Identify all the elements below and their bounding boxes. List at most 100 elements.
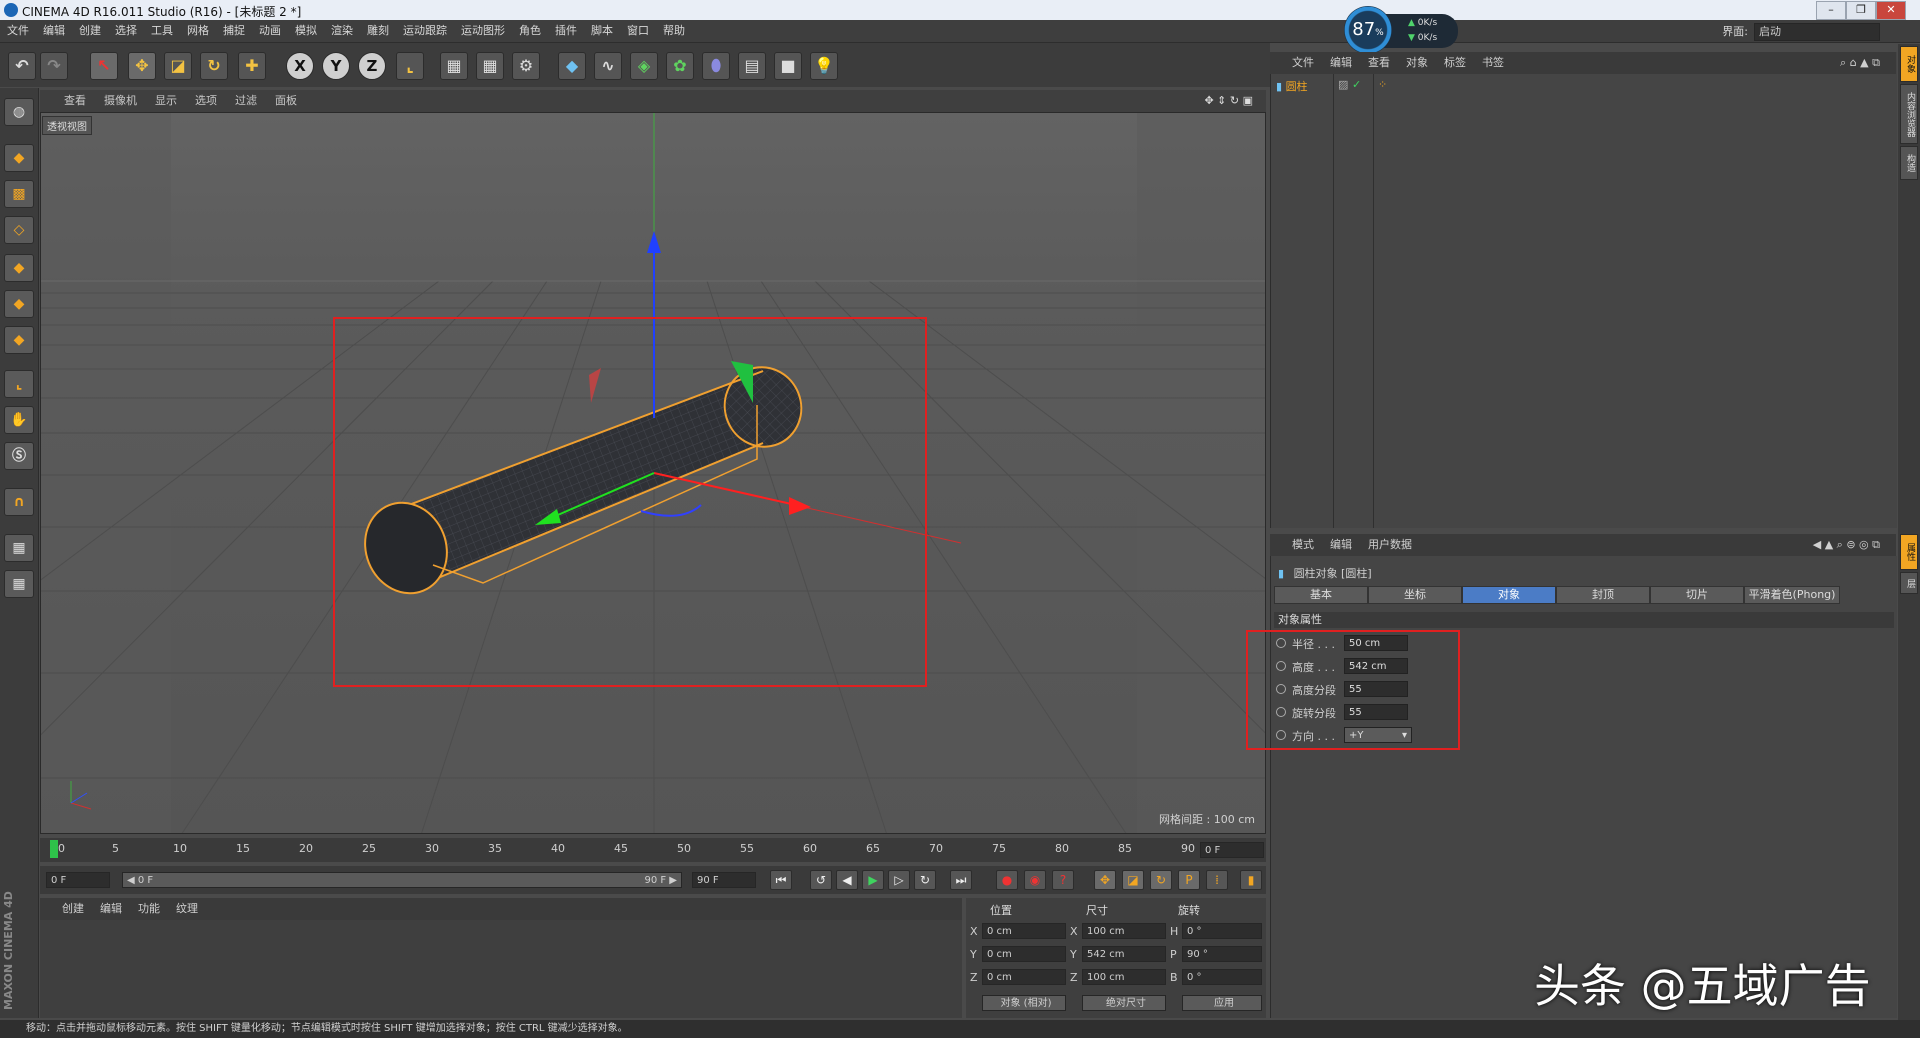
side-tab-layers[interactable]: 层 bbox=[1900, 572, 1918, 594]
size-x-field[interactable]: 100 cm bbox=[1082, 923, 1166, 939]
timeline-ruler[interactable]: 0 5 10 15 20 25 30 35 40 45 50 55 60 65 … bbox=[40, 838, 1266, 862]
start-frame-field[interactable]: 0 F bbox=[46, 872, 110, 888]
workplane-mode-icon[interactable]: ◇ bbox=[4, 216, 34, 244]
next-key-icon[interactable]: ↻ bbox=[914, 870, 936, 890]
rotation-p-field[interactable]: 90 ° bbox=[1182, 946, 1262, 962]
obj-menu-view[interactable]: 查看 bbox=[1360, 52, 1398, 74]
menu-character[interactable]: 角色 bbox=[512, 20, 548, 42]
tweak-mode-icon[interactable]: ✋ bbox=[4, 406, 34, 434]
tab-coordinates[interactable]: 坐标 bbox=[1368, 586, 1462, 604]
snap-icon[interactable]: ∩ bbox=[4, 488, 34, 516]
menu-plugins[interactable]: 插件 bbox=[548, 20, 584, 42]
menu-window[interactable]: 窗口 bbox=[620, 20, 656, 42]
viewport-menu-options[interactable]: 选项 bbox=[186, 90, 226, 112]
make-editable-icon[interactable]: ◍ bbox=[4, 98, 34, 126]
timeline-window-icon[interactable]: ▮ bbox=[1240, 870, 1262, 890]
side-tab-structure[interactable]: 构造 bbox=[1900, 146, 1918, 180]
current-frame-field[interactable]: 0 F bbox=[1200, 842, 1264, 858]
phong-tag-icon[interactable]: ⁘ bbox=[1378, 78, 1387, 91]
material-menu-edit[interactable]: 编辑 bbox=[92, 898, 130, 920]
cloner-icon[interactable]: ✿ bbox=[666, 52, 694, 80]
key-point-level-icon[interactable]: ⁞ bbox=[1206, 870, 1228, 890]
rotation-b-field[interactable]: 0 ° bbox=[1182, 969, 1262, 985]
menu-tools[interactable]: 工具 bbox=[144, 20, 180, 42]
points-mode-icon[interactable]: ◆ bbox=[4, 254, 34, 282]
obj-menu-object[interactable]: 对象 bbox=[1398, 52, 1436, 74]
redo-icon[interactable]: ↷ bbox=[40, 52, 68, 80]
minimize-button[interactable]: – bbox=[1816, 1, 1846, 20]
object-manager-nav-icons[interactable]: ⌕ ⌂ ▲ ⧉ bbox=[1832, 52, 1888, 74]
apply-button[interactable]: 应用 bbox=[1182, 995, 1262, 1011]
obj-menu-file[interactable]: 文件 bbox=[1270, 52, 1322, 74]
key-parameter-icon[interactable]: P bbox=[1178, 870, 1200, 890]
viewport-navigation-icons[interactable]: ✥ ⇕ ↻ ▣ bbox=[1195, 90, 1262, 112]
cube-primitive-icon[interactable]: ◆ bbox=[558, 52, 586, 80]
render-to-picture-viewer-icon[interactable]: ▦ bbox=[476, 52, 504, 80]
menu-sculpt[interactable]: 雕刻 bbox=[360, 20, 396, 42]
size-mode-dropdown[interactable]: 绝对尺寸 bbox=[1082, 995, 1166, 1011]
auto-keying-icon[interactable]: ◉ bbox=[1024, 870, 1046, 890]
attributes-nav-icons[interactable]: ◀ ▲ ⌕ ⊜ ◎ ⧉ bbox=[1805, 534, 1888, 556]
scale-tool-icon[interactable]: ◪ bbox=[164, 52, 192, 80]
model-mode-icon[interactable]: ◆ bbox=[4, 144, 34, 172]
enabled-check-icon[interactable]: ✓ bbox=[1352, 78, 1361, 91]
render-view-icon[interactable]: ▦ bbox=[440, 52, 468, 80]
close-button[interactable]: ✕ bbox=[1876, 1, 1906, 20]
add-tool-icon[interactable]: ✚ bbox=[238, 52, 266, 80]
previous-key-icon[interactable]: ↺ bbox=[810, 870, 832, 890]
render-settings-icon[interactable]: ⚙ bbox=[512, 52, 540, 80]
menu-motion-tracking[interactable]: 运动跟踪 bbox=[396, 20, 454, 42]
select-tool-icon[interactable]: ↖ bbox=[90, 52, 118, 80]
object-row-cylinder[interactable]: ▮ 圆柱 ▨ ✓ ⁘ bbox=[1276, 78, 1387, 94]
go-to-start-icon[interactable]: ⏮ bbox=[770, 870, 792, 890]
attr-menu-user-data[interactable]: 用户数据 bbox=[1360, 534, 1420, 556]
size-y-field[interactable]: 542 cm bbox=[1082, 946, 1166, 962]
material-menu-function[interactable]: 功能 bbox=[130, 898, 168, 920]
menu-mesh[interactable]: 网格 bbox=[180, 20, 216, 42]
tab-caps[interactable]: 封顶 bbox=[1556, 586, 1650, 604]
move-tool-icon[interactable]: ✥ bbox=[128, 52, 156, 80]
previous-frame-icon[interactable]: ◀ bbox=[836, 870, 858, 890]
menu-mograph[interactable]: 运动图形 bbox=[454, 20, 512, 42]
keyframe-selection-icon[interactable]: ? bbox=[1052, 870, 1074, 890]
edges-mode-icon[interactable]: ◆ bbox=[4, 290, 34, 318]
next-frame-icon[interactable]: ▷ bbox=[888, 870, 910, 890]
polygons-mode-icon[interactable]: ◆ bbox=[4, 326, 34, 354]
deformer-icon[interactable]: ⬮ bbox=[702, 52, 730, 80]
tab-basic[interactable]: 基本 bbox=[1274, 586, 1368, 604]
subdivision-surface-icon[interactable]: ◈ bbox=[630, 52, 658, 80]
viewport-menu-display[interactable]: 显示 bbox=[146, 90, 186, 112]
obj-menu-tags[interactable]: 标签 bbox=[1436, 52, 1474, 74]
tab-phong[interactable]: 平滑着色(Phong) bbox=[1744, 586, 1840, 604]
material-menu-texture[interactable]: 纹理 bbox=[168, 898, 206, 920]
viewport-menu-panel[interactable]: 面板 bbox=[266, 90, 306, 112]
go-to-end-icon[interactable]: ⏭ bbox=[950, 870, 972, 890]
obj-menu-edit[interactable]: 编辑 bbox=[1322, 52, 1360, 74]
light-icon[interactable]: 💡 bbox=[810, 52, 838, 80]
menu-snap[interactable]: 捕捉 bbox=[216, 20, 252, 42]
memory-usage-ring[interactable]: 87% bbox=[1344, 6, 1392, 54]
attr-menu-edit[interactable]: 编辑 bbox=[1322, 534, 1360, 556]
rotate-tool-icon[interactable]: ↻ bbox=[200, 52, 228, 80]
side-tab-attributes[interactable]: 属性 bbox=[1900, 534, 1918, 570]
tab-object[interactable]: 对象 bbox=[1462, 586, 1556, 604]
frame-range-slider[interactable]: ◀ 0 F 90 F ▶ bbox=[122, 872, 682, 888]
tab-slice[interactable]: 切片 bbox=[1650, 586, 1744, 604]
floor-icon[interactable]: ▤ bbox=[738, 52, 766, 80]
size-z-field[interactable]: 100 cm bbox=[1082, 969, 1166, 985]
menu-help[interactable]: 帮助 bbox=[656, 20, 692, 42]
timeline-playhead[interactable] bbox=[50, 840, 58, 858]
restore-button[interactable]: ❐ bbox=[1846, 1, 1876, 20]
menu-simulate[interactable]: 模拟 bbox=[288, 20, 324, 42]
position-x-field[interactable]: 0 cm bbox=[982, 923, 1066, 939]
menu-script[interactable]: 脚本 bbox=[584, 20, 620, 42]
camera-icon[interactable]: ■ bbox=[774, 52, 802, 80]
material-menu-create[interactable]: 创建 bbox=[40, 898, 92, 920]
menu-render[interactable]: 渲染 bbox=[324, 20, 360, 42]
menu-create[interactable]: 创建 bbox=[72, 20, 108, 42]
position-y-field[interactable]: 0 cm bbox=[982, 946, 1066, 962]
solo-mode-icon[interactable]: Ⓢ bbox=[4, 442, 34, 470]
interface-select[interactable]: 启动 bbox=[1754, 23, 1880, 41]
y-axis-lock-button[interactable]: Y bbox=[322, 52, 350, 80]
key-position-icon[interactable]: ✥ bbox=[1094, 870, 1116, 890]
